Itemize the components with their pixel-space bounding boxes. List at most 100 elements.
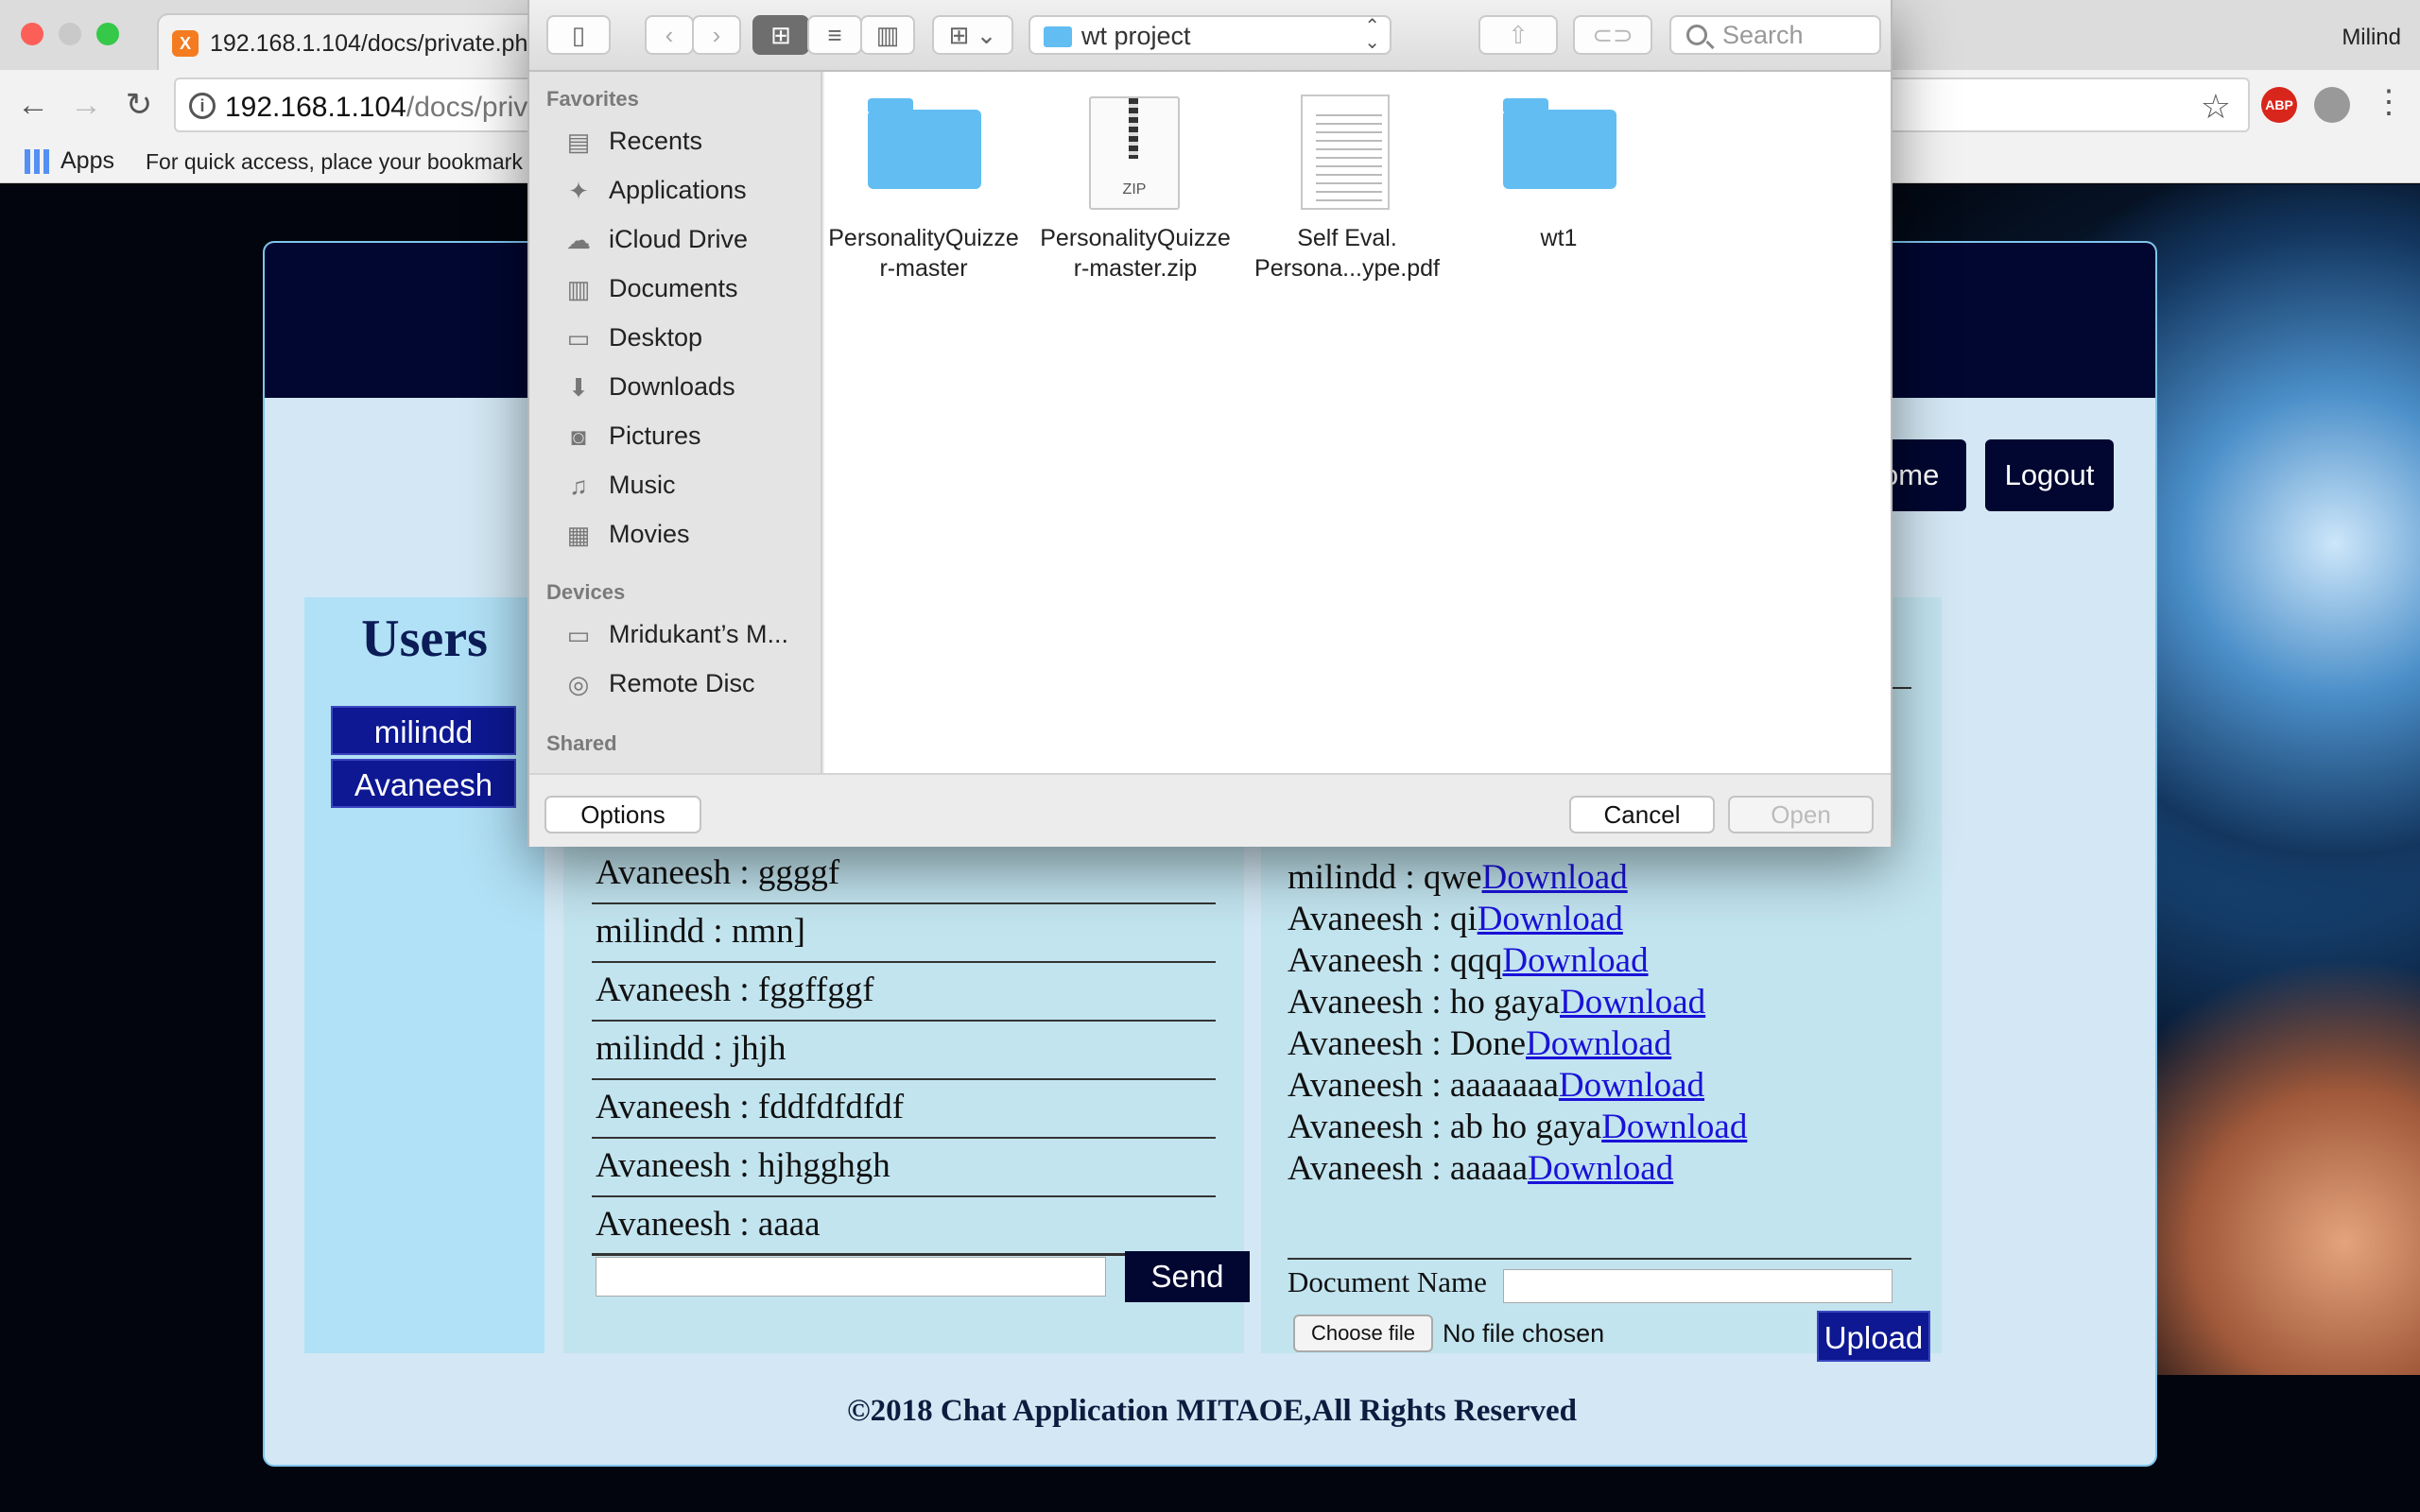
- bookmark-star-icon[interactable]: ☆: [2201, 87, 2231, 127]
- file-item-folder[interactable]: wt1: [1460, 85, 1658, 284]
- updown-chevron-icon: ⌃ ⌄: [1364, 16, 1380, 53]
- choose-file-button[interactable]: Choose file: [1293, 1314, 1433, 1352]
- profile-name[interactable]: Milind: [2342, 25, 2401, 51]
- sidebar-item-macbook[interactable]: ▭ Mridukant’s M...: [529, 614, 821, 656]
- logout-button[interactable]: Logout: [1985, 439, 2114, 511]
- camera-icon: ◙: [571, 422, 586, 451]
- search-icon: [1686, 25, 1707, 45]
- sidebar-toggle-icon[interactable]: ▯: [546, 15, 611, 55]
- send-button[interactable]: Send: [1125, 1251, 1250, 1302]
- sidebar-item-documents[interactable]: ▥ Documents: [529, 268, 821, 310]
- chat-message-input[interactable]: [596, 1257, 1106, 1297]
- dialog-footer: Options Cancel Open: [529, 773, 1891, 847]
- file-item-pdf[interactable]: Self Eval. Persona...ype.pdf: [1248, 85, 1446, 284]
- share-icon[interactable]: ⇧: [1478, 15, 1558, 55]
- sidebar-item-label: Mridukant’s M...: [609, 620, 789, 648]
- back-chevron-icon[interactable]: ‹: [645, 15, 694, 55]
- sidebar-item-label: iCloud Drive: [609, 225, 749, 253]
- user-button-avaneesh[interactable]: Avaneesh: [331, 759, 516, 808]
- sidebar-item-desktop[interactable]: ▭ Desktop: [529, 318, 821, 359]
- icloud-icon: ☁: [566, 226, 591, 254]
- download-link[interactable]: Download: [1478, 900, 1623, 938]
- download-link[interactable]: Download: [1502, 941, 1648, 980]
- info-icon[interactable]: i: [189, 93, 216, 119]
- document-entry-text: Avaneesh : qi: [1288, 900, 1478, 938]
- folder-icon: [868, 98, 981, 189]
- sidebar-item-remote-disc[interactable]: ◎ Remote Disc: [529, 663, 821, 705]
- forward-chevron-icon[interactable]: ›: [692, 15, 741, 55]
- arrange-grid-icon[interactable]: ⊞ ⌄: [932, 15, 1013, 55]
- sidebar-item-downloads[interactable]: ⬇ Downloads: [529, 367, 821, 408]
- minimize-window-button[interactable]: [59, 23, 81, 45]
- download-link[interactable]: Download: [1560, 983, 1705, 1022]
- sidebar-item-label: Documents: [609, 274, 738, 302]
- browser-menu-icon[interactable]: ⋮: [2373, 83, 2405, 121]
- desktop-icon: ▭: [566, 324, 591, 352]
- document-entry-text: Avaneesh : Done: [1288, 1024, 1527, 1063]
- sidebar-item-recents[interactable]: ▤ Recents: [529, 121, 821, 163]
- folder-icon: [1503, 98, 1616, 189]
- close-window-button[interactable]: [21, 23, 43, 45]
- chat-message: Avaneesh : hjhgghgh: [592, 1139, 1216, 1197]
- download-link[interactable]: Download: [1528, 1149, 1673, 1188]
- sidebar-item-label: Recents: [609, 127, 703, 155]
- sidebar-item-label: Movies: [609, 520, 690, 548]
- icon-view-icon[interactable]: ⊞: [752, 15, 809, 55]
- file-name: wt1: [1540, 225, 1578, 251]
- open-button[interactable]: Open: [1728, 796, 1874, 833]
- document-name-label: Document Name: [1288, 1265, 1487, 1298]
- download-link[interactable]: Download: [1526, 1024, 1671, 1063]
- location-popup[interactable]: wt project ⌃ ⌄: [1028, 15, 1392, 55]
- xampp-favicon-icon: X: [172, 30, 199, 57]
- sidebar-item-label: Downloads: [609, 372, 735, 401]
- zip-file-icon: ZIP: [1089, 96, 1180, 210]
- sidebar-item-pictures[interactable]: ◙ Pictures: [529, 416, 821, 457]
- options-button[interactable]: Options: [544, 796, 701, 833]
- chat-message: milindd : jhjh: [592, 1022, 1216, 1080]
- browser-tab[interactable]: X 192.168.1.104/docs/private.ph: [157, 13, 554, 70]
- url-text: 192.168.1.104/docs/priva: [225, 92, 544, 124]
- document-name-input[interactable]: [1503, 1269, 1893, 1303]
- file-item-zip[interactable]: ZIP PersonalityQuizze r-master.zip: [1036, 85, 1235, 284]
- list-view-icon[interactable]: ≡: [807, 15, 862, 55]
- document-entry: Avaneesh : qqqDownload: [1288, 940, 1649, 982]
- forward-arrow-icon[interactable]: →: [66, 85, 106, 125]
- file-item-folder[interactable]: PersonalityQuizze r-master: [824, 85, 1023, 284]
- upload-button[interactable]: Upload: [1817, 1311, 1930, 1362]
- sidebar-item-movies[interactable]: ▦ Movies: [529, 514, 821, 556]
- tag-icon[interactable]: ⊂⊃: [1573, 15, 1652, 55]
- shared-heading: Shared: [546, 731, 617, 755]
- reload-icon[interactable]: ↻: [119, 85, 159, 125]
- document-entry-text: Avaneesh : ab ho gaya: [1288, 1108, 1602, 1146]
- column-view-icon[interactable]: ▥: [860, 15, 915, 55]
- document-entry-text: milindd : qwe: [1288, 858, 1482, 897]
- document-entry-text: Avaneesh : aaaaaaa: [1288, 1066, 1559, 1105]
- apps-grid-icon[interactable]: [25, 149, 49, 174]
- chat-message: Avaneesh : fggffggf: [592, 963, 1216, 1022]
- apps-bookmark[interactable]: Apps: [60, 147, 114, 175]
- file-browser: PersonalityQuizze r-master ZIP Personali…: [824, 72, 1891, 773]
- chat-message: Avaneesh : fddfdfdfdf: [592, 1080, 1216, 1139]
- zip-badge: ZIP: [1122, 181, 1147, 198]
- file-name: Self Eval. Persona...ype.pdf: [1254, 225, 1440, 282]
- applications-icon: ✦: [568, 177, 589, 205]
- search-field[interactable]: Search: [1669, 15, 1881, 55]
- cancel-button[interactable]: Cancel: [1569, 796, 1715, 833]
- downloads-icon: ⬇: [568, 373, 589, 402]
- users-heading: Users: [361, 610, 488, 668]
- download-link[interactable]: Download: [1601, 1108, 1747, 1146]
- sidebar-item-applications[interactable]: ✦ Applications: [529, 170, 821, 212]
- back-arrow-icon[interactable]: ←: [13, 85, 53, 125]
- download-link[interactable]: Download: [1559, 1066, 1704, 1105]
- extension-icon[interactable]: [2314, 87, 2350, 123]
- document-entry: Avaneesh : qiDownload: [1288, 899, 1623, 940]
- sidebar-item-icloud-drive[interactable]: ☁ iCloud Drive: [529, 219, 821, 261]
- user-button-milindd[interactable]: milindd: [331, 706, 516, 755]
- download-link[interactable]: Download: [1482, 858, 1628, 897]
- document-entry: Avaneesh : DoneDownload: [1288, 1023, 1671, 1065]
- zoom-window-button[interactable]: [96, 23, 119, 45]
- sidebar-item-music[interactable]: ♫ Music: [529, 465, 821, 507]
- sidebar-item-label: Desktop: [609, 323, 703, 352]
- adblock-plus-icon[interactable]: ABP: [2261, 87, 2297, 123]
- film-icon: ▦: [566, 521, 591, 549]
